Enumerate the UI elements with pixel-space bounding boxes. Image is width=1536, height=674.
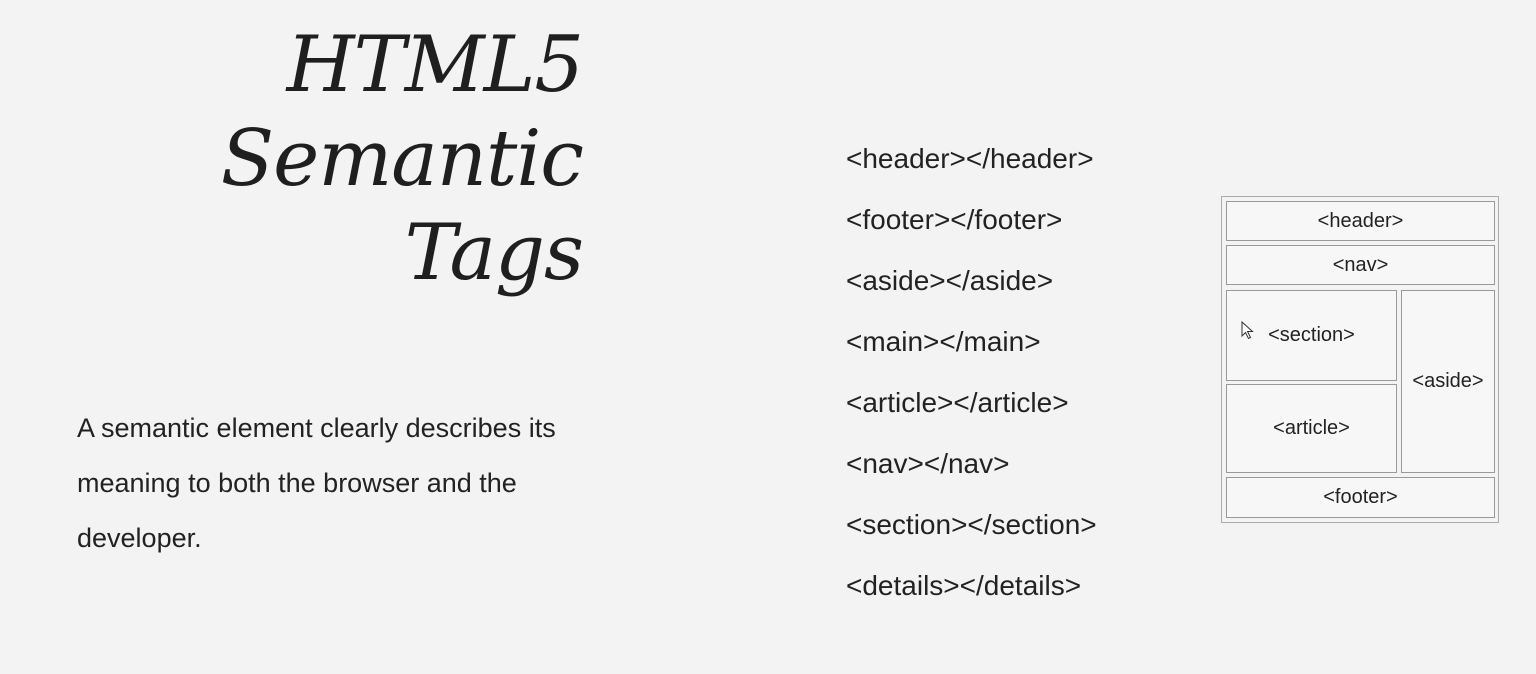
diagram-article-box: <article> xyxy=(1226,384,1397,473)
tag-list-item-article: <article></article> xyxy=(846,387,1069,418)
presentation-slide: HTML5 Semantic Tags A semantic element c… xyxy=(0,0,1536,674)
slide-title: HTML5 Semantic Tags xyxy=(120,18,584,300)
tag-list-item-nav: <nav></nav> xyxy=(846,448,1010,479)
diagram-nav-box: <nav> xyxy=(1226,245,1495,285)
tag-list-item-header: <header></header> xyxy=(846,143,1094,174)
page-layout-diagram: <header> <nav> <section> <article> <asid… xyxy=(1221,196,1499,523)
title-line-2: Semantic xyxy=(220,114,584,204)
tag-list-item-footer: <footer></footer> xyxy=(846,204,1063,235)
tag-list-item-aside: <aside></aside> xyxy=(846,265,1054,296)
semantic-element-description: A semantic element clearly describes its… xyxy=(77,413,556,553)
tag-list-item-details: <details></details> xyxy=(846,570,1082,601)
diagram-aside-box: <aside> xyxy=(1401,290,1495,473)
title-line-1: HTML5 xyxy=(286,20,584,110)
tag-list-item-section: <section></section> xyxy=(846,509,1097,540)
tag-list-item-main: <main></main> xyxy=(846,326,1041,357)
diagram-header-box: <header> xyxy=(1226,201,1495,241)
title-line-3: Tags xyxy=(404,208,584,298)
mouse-pointer-icon xyxy=(1241,321,1254,340)
semantic-tag-list: <header></header> <footer></footer> <asi… xyxy=(846,128,1097,616)
diagram-footer-box: <footer> xyxy=(1226,477,1495,518)
